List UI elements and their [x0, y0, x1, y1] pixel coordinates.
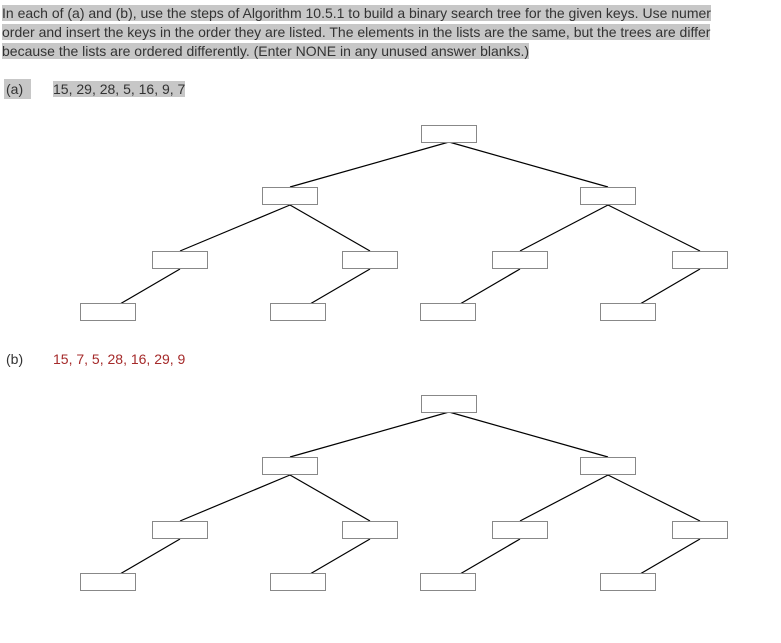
- node-b-rl-input[interactable]: [493, 523, 547, 539]
- node-b-rr-input[interactable]: [673, 523, 727, 539]
- node-a-rr-input[interactable]: [673, 253, 727, 269]
- node-b-l-input[interactable]: [263, 459, 317, 475]
- node-a-root[interactable]: [421, 125, 477, 143]
- node-a-lr[interactable]: [342, 251, 398, 269]
- tree-a: [0, 103, 781, 333]
- node-a-rll-input[interactable]: [421, 305, 475, 321]
- node-a-rrl[interactable]: [600, 303, 656, 321]
- part-a-header: (a) 15, 29, 28, 5, 16, 9, 7: [0, 63, 781, 103]
- node-a-rr[interactable]: [672, 251, 728, 269]
- node-a-ll-input[interactable]: [153, 253, 207, 269]
- node-a-l[interactable]: [262, 187, 318, 205]
- node-a-lr-input[interactable]: [343, 253, 397, 269]
- node-b-root[interactable]: [421, 395, 477, 413]
- node-b-rll[interactable]: [420, 573, 476, 591]
- node-b-lll[interactable]: [80, 573, 136, 591]
- part-b-list: 15, 7, 5, 28, 16, 29, 9: [53, 351, 185, 367]
- node-b-rl[interactable]: [492, 521, 548, 539]
- node-a-r[interactable]: [580, 187, 636, 205]
- instruction-line-3: because the lists are ordered differentl…: [2, 43, 529, 59]
- node-b-rr[interactable]: [672, 521, 728, 539]
- part-b-label: (b): [4, 349, 31, 369]
- node-b-lr-input[interactable]: [343, 523, 397, 539]
- instruction-line-1: In each of (a) and (b), use the steps of…: [2, 5, 711, 21]
- node-a-l-input[interactable]: [263, 189, 317, 205]
- node-b-r-input[interactable]: [581, 459, 635, 475]
- node-a-root-input[interactable]: [422, 127, 476, 143]
- node-b-rll-input[interactable]: [421, 575, 475, 591]
- node-a-ll[interactable]: [152, 251, 208, 269]
- node-a-rll[interactable]: [420, 303, 476, 321]
- node-b-ll[interactable]: [152, 521, 208, 539]
- node-a-lrl-input[interactable]: [271, 305, 325, 321]
- node-b-lrl[interactable]: [270, 573, 326, 591]
- node-a-lll-input[interactable]: [81, 305, 135, 321]
- node-b-lr[interactable]: [342, 521, 398, 539]
- node-a-r-input[interactable]: [581, 189, 635, 205]
- node-a-lrl[interactable]: [270, 303, 326, 321]
- node-b-r[interactable]: [580, 457, 636, 475]
- tree-b: [0, 373, 781, 603]
- node-a-rrl-input[interactable]: [601, 305, 655, 321]
- tree-b-edges: [0, 373, 781, 603]
- node-b-l[interactable]: [262, 457, 318, 475]
- node-a-lll[interactable]: [80, 303, 136, 321]
- node-b-ll-input[interactable]: [153, 523, 207, 539]
- part-a-label: (a): [4, 79, 31, 99]
- tree-a-edges: [0, 103, 781, 333]
- part-a-list: 15, 29, 28, 5, 16, 9, 7: [53, 81, 185, 97]
- part-b-header: (b) 15, 7, 5, 28, 16, 29, 9: [0, 333, 781, 373]
- node-b-root-input[interactable]: [422, 397, 476, 413]
- node-b-rrl[interactable]: [600, 573, 656, 591]
- node-b-lll-input[interactable]: [81, 575, 135, 591]
- instructions: In each of (a) and (b), use the steps of…: [0, 0, 781, 63]
- instruction-line-2: order and insert the keys in the order t…: [2, 24, 710, 40]
- node-b-rrl-input[interactable]: [601, 575, 655, 591]
- node-a-rl-input[interactable]: [493, 253, 547, 269]
- node-a-rl[interactable]: [492, 251, 548, 269]
- node-b-lrl-input[interactable]: [271, 575, 325, 591]
